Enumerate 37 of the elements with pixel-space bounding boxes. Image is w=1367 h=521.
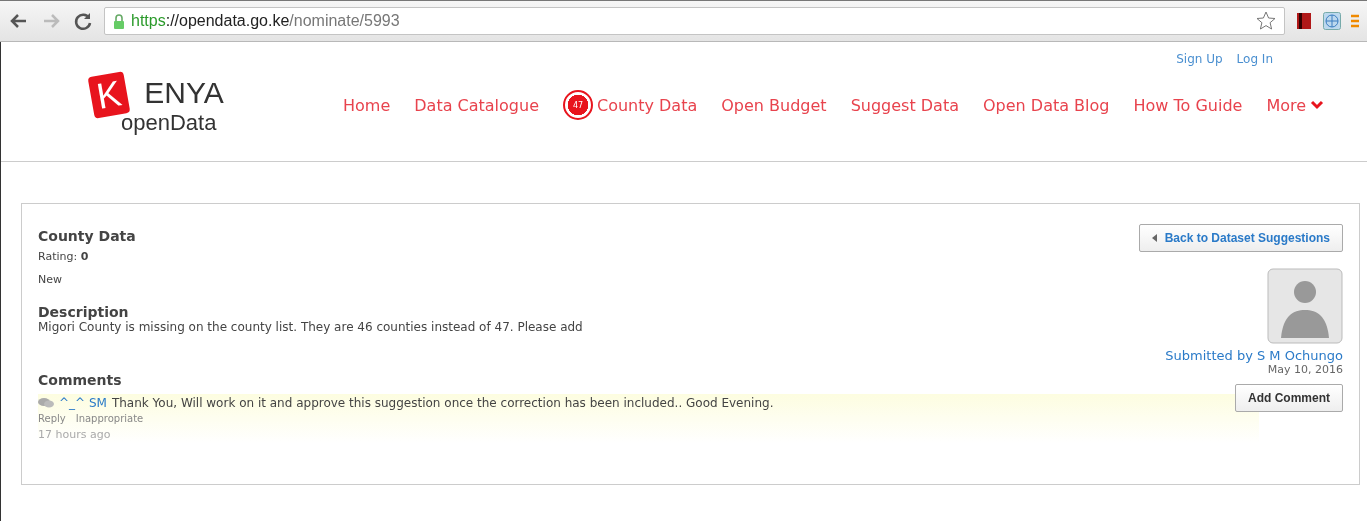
globe-icon[interactable] xyxy=(1323,12,1341,30)
comment-action-link[interactable]: Inappropriate xyxy=(75,413,144,424)
section-heading: Description xyxy=(38,304,130,320)
suggestion-title: County Data xyxy=(38,228,137,244)
description-text: Migori County is missing on the county list. They are 46 counties instead of 47. Please add xyxy=(38,320,584,334)
nav-link[interactable]: Data Catalogue xyxy=(414,95,539,115)
section-heading: Comments xyxy=(38,372,123,388)
book-icon[interactable] xyxy=(1295,12,1313,30)
nav-link[interactable]: 47 County Data xyxy=(562,90,698,120)
caret-left-icon xyxy=(1151,234,1157,242)
back-button[interactable]: Back to Dataset Suggestions xyxy=(1138,224,1343,252)
avatar-placeholder-icon xyxy=(1267,268,1343,344)
nav-link[interactable]: Home xyxy=(343,95,391,115)
account-link[interactable]: Log In xyxy=(1236,52,1273,66)
submission-date: May 10, 2016 xyxy=(1267,363,1343,376)
site-logo[interactable]: K ENYA openData xyxy=(91,72,241,138)
rating-text: Rating: 0 xyxy=(38,250,90,263)
status-text: New xyxy=(38,273,63,286)
nav-link[interactable]: How To Guide xyxy=(1133,95,1243,115)
chevron-down-icon xyxy=(1310,100,1325,110)
star-icon[interactable] xyxy=(1256,11,1276,31)
speech-bubbles-icon xyxy=(38,397,54,409)
lock-icon xyxy=(113,13,125,29)
add-comment-button[interactable]: Add Comment xyxy=(1235,384,1343,412)
comment-time: 17 hours ago xyxy=(38,428,112,441)
more-menu[interactable]: More xyxy=(1266,95,1325,115)
comment-text: Thank You, Will work on it and approve this suggestion once the correction has been included.. Good Evening. xyxy=(111,396,774,410)
county-badge-icon: 47 xyxy=(562,90,593,120)
nav-link[interactable]: Suggest Data xyxy=(850,95,959,115)
address-bar[interactable]: https://opendata.go.ke/nominate/5993 xyxy=(104,7,1285,35)
comment-author[interactable]: ^_^ SM xyxy=(59,396,107,410)
comment-action-link[interactable]: Reply xyxy=(38,413,66,424)
nav-link[interactable]: Open Budget xyxy=(721,95,827,115)
account-link[interactable]: Sign Up xyxy=(1176,52,1223,66)
nav-link[interactable]: Open Data Blog xyxy=(983,95,1110,115)
submitter-link[interactable]: Submitted by S M Ochungo xyxy=(1165,348,1343,363)
menu-icon[interactable] xyxy=(1351,13,1359,29)
